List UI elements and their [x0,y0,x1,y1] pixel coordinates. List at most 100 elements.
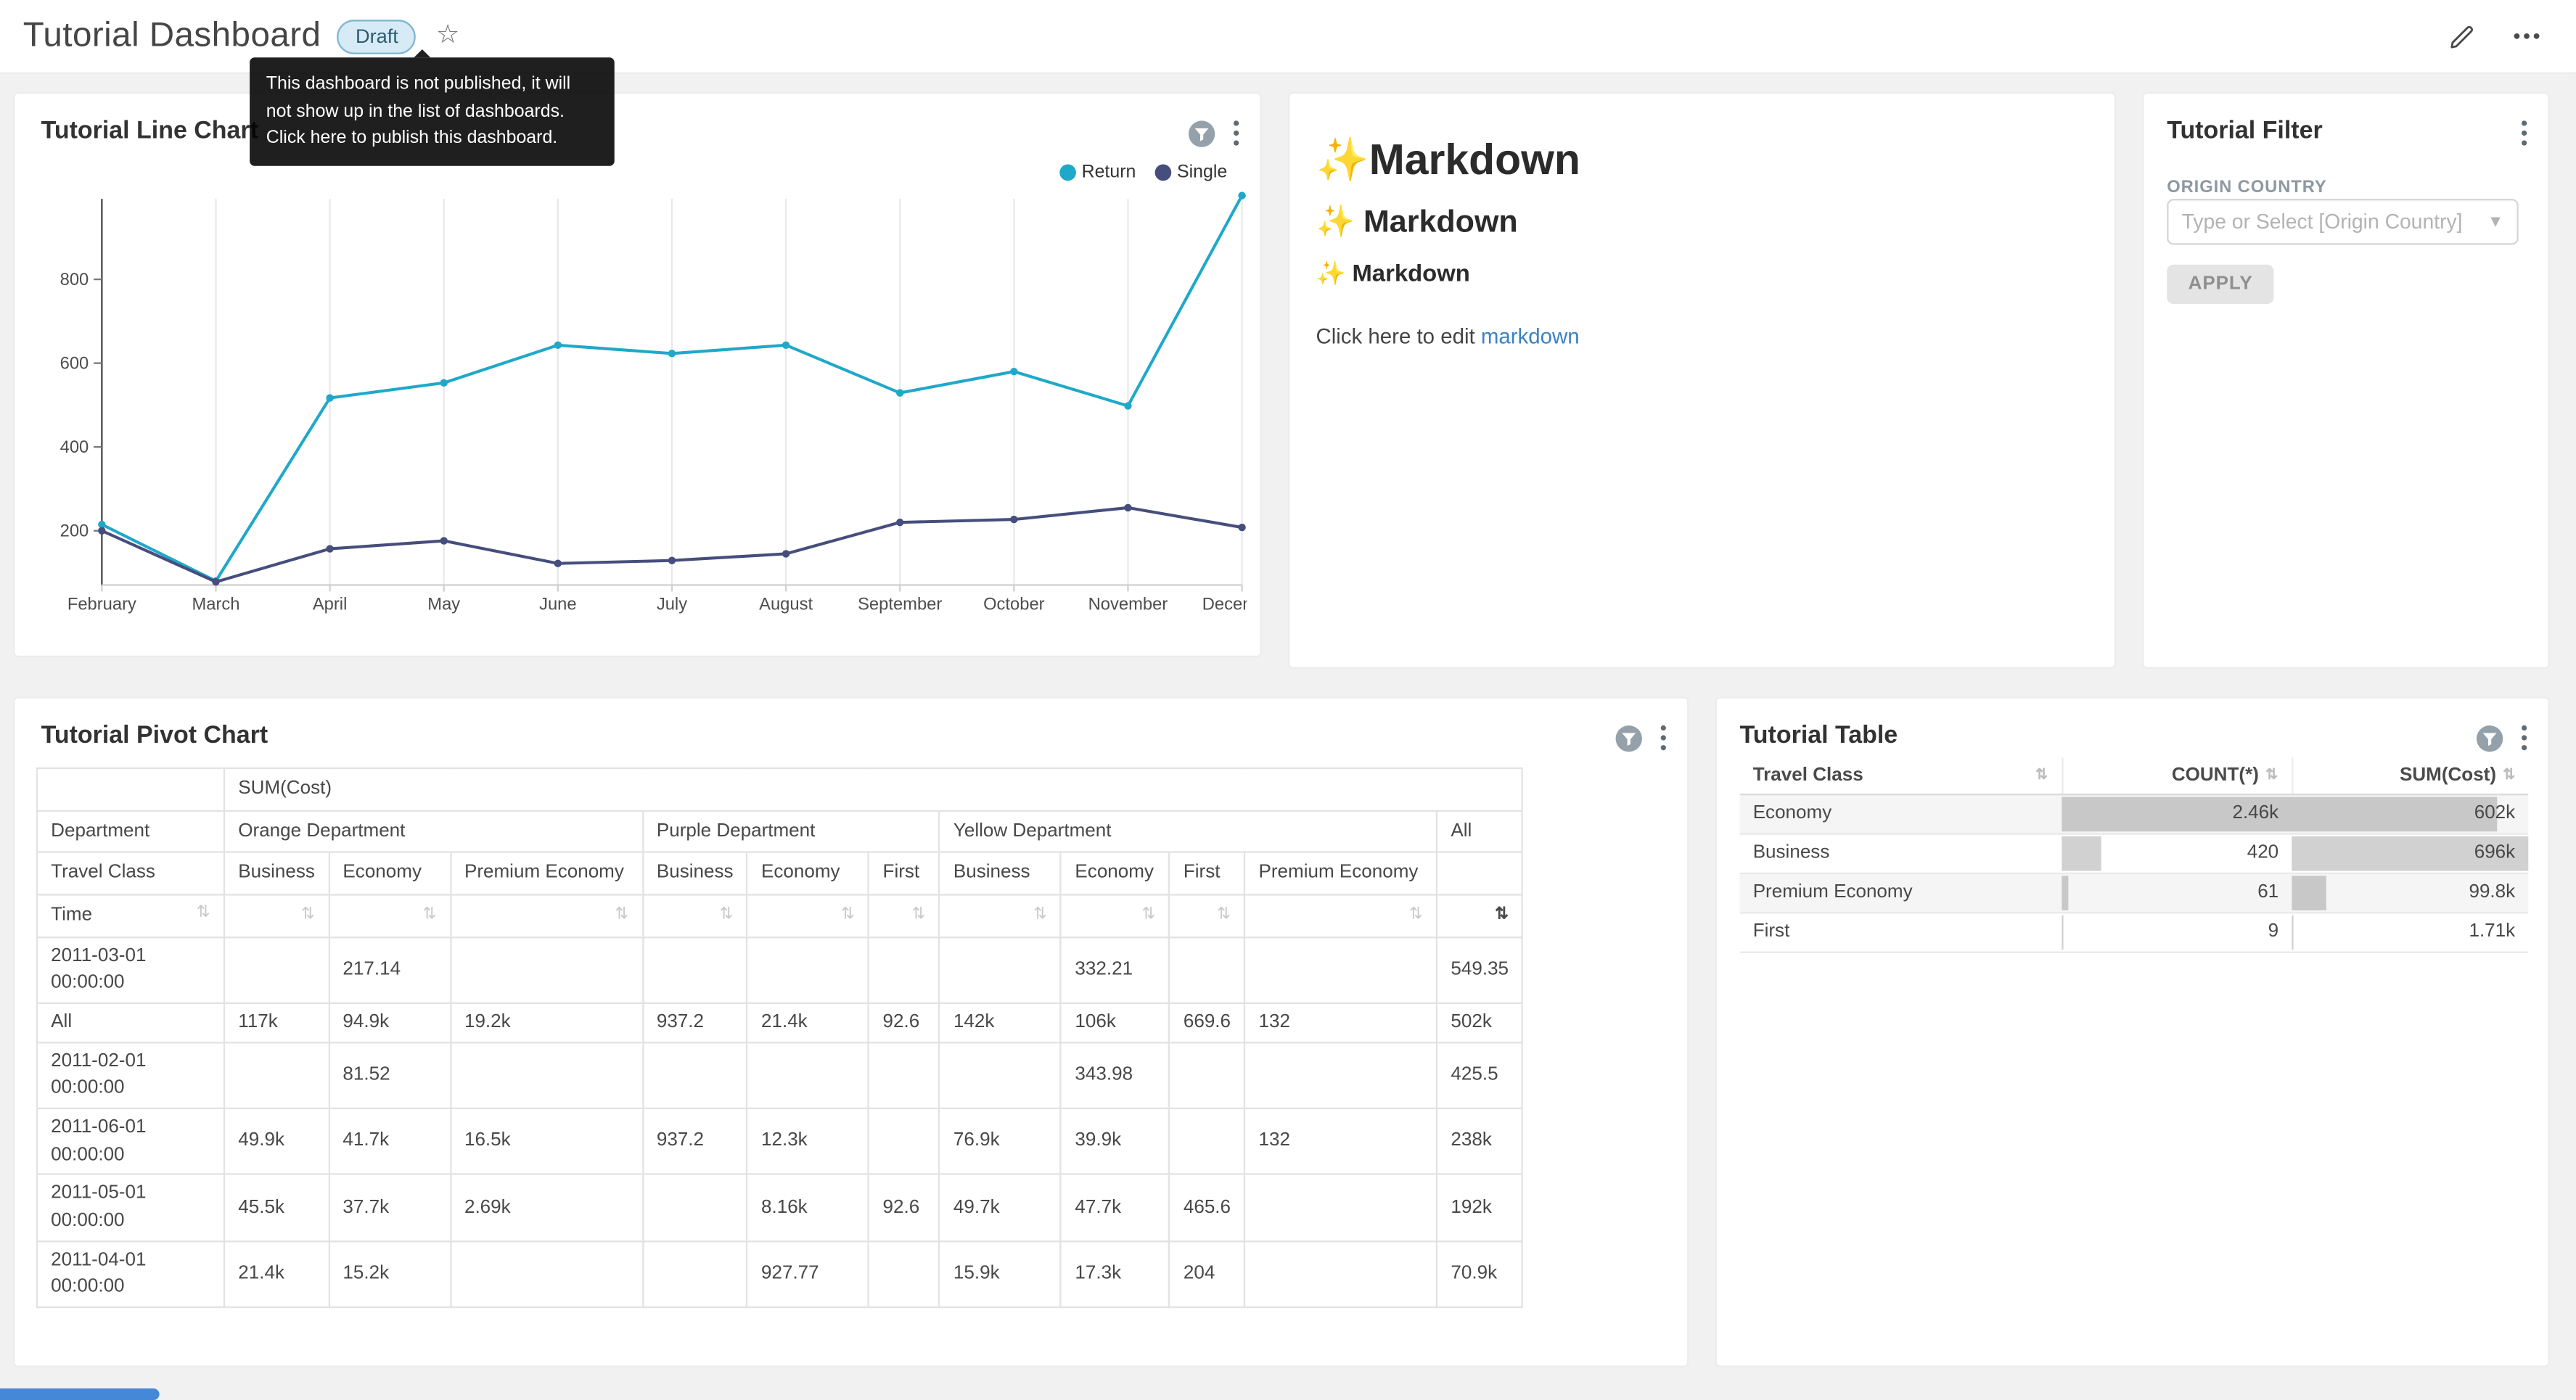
sort-icon[interactable]: ⇅ [197,902,210,926]
pivot-class-header: Premium Economy [1244,852,1437,894]
pivot-value-cell: 15.9k [940,1241,1062,1307]
more-vert-icon[interactable] [2520,118,2528,148]
pivot-value-cell: 17.3k [1061,1241,1169,1307]
edit-dashboard-icon[interactable] [2448,21,2477,51]
sort-icon[interactable]: ⇅ [2503,766,2515,784]
table-column-header[interactable]: SUM(Cost) ⇅ [2292,757,2528,794]
pivot-value-cell: 217.14 [329,937,451,1003]
sort-icon[interactable]: ⇅ [2035,766,2048,784]
pivot-department-header: Yellow Department [940,810,1437,852]
horizontal-scrollbar-thumb[interactable] [0,1388,160,1400]
svg-text:September: September [858,594,942,614]
sort-icon[interactable]: ⇅ [2265,766,2278,784]
legend-dot [1156,165,1173,181]
pivot-class-header: Business [224,852,329,894]
more-vert-icon[interactable] [2520,723,2528,753]
metric-cell: 9 [2062,912,2292,951]
header-actions [2448,21,2553,51]
sort-icon[interactable]: ⇅ [615,905,628,928]
more-vert-icon[interactable] [1660,723,1668,753]
cell-value: 1.71k [2292,922,2528,942]
table-column-header[interactable]: Travel Class⇅ [1740,757,2062,794]
pivot-value-cell [869,1108,939,1174]
legend-item-single[interactable]: Single [1156,162,1228,182]
pivot-value-cell [869,1042,939,1108]
sort-icon[interactable]: ⇅ [1217,905,1231,928]
sort-icon[interactable]: ⇅ [1141,905,1155,928]
svg-text:July: July [657,594,687,614]
pivot-sort-cell: ⇅ [643,894,747,936]
sort-icon[interactable]: ⇅ [422,905,436,928]
sort-icon[interactable]: ⇅ [720,905,734,928]
markdown-paragraph: Click here to edit markdown [1316,324,2088,349]
more-vert-icon[interactable] [1232,118,1240,148]
pivot-corner-cell [37,768,224,810]
sort-icon[interactable]: ⇅ [911,905,925,928]
filter-indicator-icon[interactable] [1615,724,1643,752]
pivot-sort-cell: ⇅ [224,894,329,936]
sort-icon[interactable]: ⇅ [1495,905,1509,928]
metric-cell: 420 [2062,833,2292,873]
filter-indicator-icon[interactable] [2476,724,2503,752]
pivot-class-header: Economy [1061,852,1169,894]
filter-indicator-icon[interactable] [1188,119,1215,147]
publish-tooltip[interactable]: This dashboard is not published, it will… [250,57,615,165]
sort-icon[interactable]: ⇅ [1033,905,1047,928]
metric-cell: 61 [2062,873,2292,912]
pivot-value-cell [1244,937,1437,1003]
column-label: SUM(Cost) [2400,765,2496,785]
sort-icon[interactable]: ⇅ [301,905,315,928]
pivot-row: 2011-03-01 00:00:00217.14332.21549.35 [37,937,1522,1003]
column-label: COUNT(*) [2172,765,2259,785]
pivot-class-header: First [1170,852,1245,894]
chart-legend: Return Single [1060,162,1227,182]
select-placeholder: Type or Select [Origin Country] [2182,210,2481,234]
pivot-row: SUM(Cost) [37,768,1522,810]
line-chart-svg: FebruaryMarchAprilMayJuneJulyAugustSepte… [15,186,1247,630]
pivot-value-cell [643,1042,747,1108]
apply-button[interactable]: APPLY [2167,265,2274,304]
table-column-header[interactable]: COUNT(*) ⇅ [2062,757,2292,794]
sort-icon[interactable]: ⇅ [1409,905,1423,928]
chevron-down-icon: ▼ [2487,213,2503,231]
pivot-value-cell: 8.16k [747,1174,869,1240]
pivot-value-cell [643,1174,747,1240]
pivot-value-cell [747,937,869,1003]
pivot-value-cell [224,1042,329,1108]
pivot-sort-cell: ⇅ [1170,894,1245,936]
tutorial-table: Travel Class⇅COUNT(*)⇅SUM(Cost)⇅ Economy… [1740,757,2529,952]
pivot-value-cell: 16.5k [451,1108,643,1174]
svg-text:April: April [313,594,348,614]
pivot-value-cell: 39.9k [1061,1108,1169,1174]
markdown-edit-link[interactable]: markdown [1481,324,1580,349]
pivot-department-header: Purple Department [643,810,940,852]
pivot-value-cell: 15.2k [329,1241,451,1307]
pivot-value-cell [1170,1108,1245,1174]
table-row: Business420696k [1740,833,2529,873]
pivot-chart-title: Tutorial Pivot Chart [41,721,268,749]
cell-value: 61 [2062,882,2292,902]
draft-badge[interactable]: Draft [337,19,417,54]
pivot-time-label: ⇅Time [37,894,224,936]
more-options-icon[interactable] [2510,21,2543,51]
pivot-value-cell: 49.7k [940,1174,1062,1240]
cell-text: Business [1740,843,2062,862]
legend-item-return[interactable]: Return [1060,162,1136,182]
favorite-star-icon[interactable]: ☆ [436,23,459,49]
pivot-value-cell: 70.9k [1437,1241,1522,1307]
metric-cell: 2.46k [2062,794,2292,833]
origin-country-select[interactable]: Type or Select [Origin Country] ▼ [2167,199,2518,244]
filter-card-actions [2520,118,2528,148]
svg-text:May: May [427,594,460,614]
pivot-value-cell: 132 [1244,1108,1437,1174]
cell-value: 696k [2292,843,2528,862]
pivot-value-cell [451,1042,643,1108]
pivot-value-cell: 669.6 [1170,1003,1245,1042]
pivot-value-cell: 927.77 [747,1241,869,1307]
sort-icon[interactable]: ⇅ [841,905,855,928]
pivot-value-cell: 45.5k [224,1174,329,1240]
pivot-value-cell: 92.6 [869,1174,939,1240]
pivot-value-cell [1244,1241,1437,1307]
pivot-value-cell: 94.9k [329,1003,451,1042]
line-chart-actions [1188,118,1240,148]
